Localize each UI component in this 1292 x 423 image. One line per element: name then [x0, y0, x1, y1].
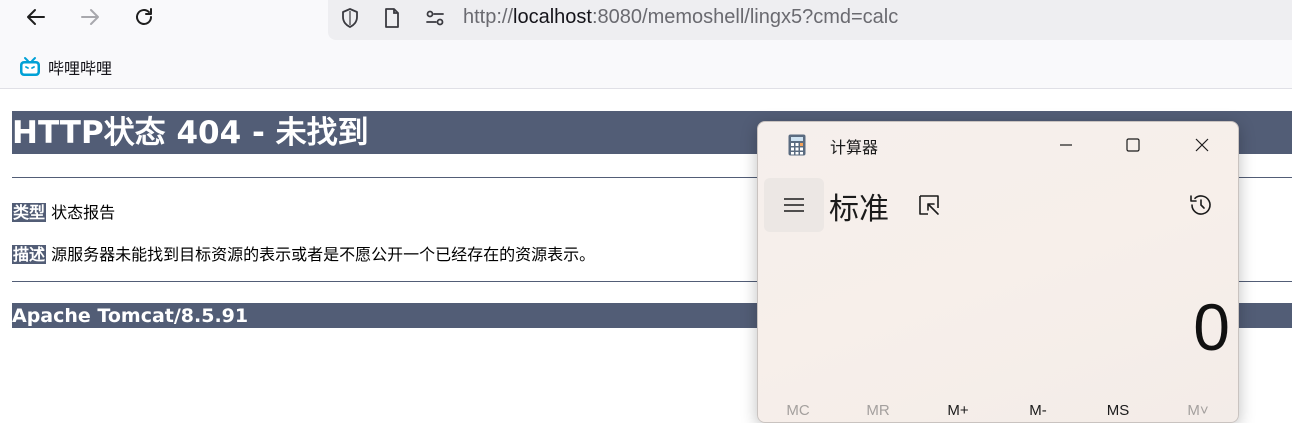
calculator-mode-title: 标准: [829, 192, 889, 227]
description-value: 源服务器未能找到目标资源的表示或者是不愿公开一个已经存在的资源表示。: [51, 245, 596, 264]
url-prefix: http://: [463, 6, 514, 28]
memory-subtract-button[interactable]: M-: [1008, 402, 1068, 422]
memory-buttons-row: MC MR M+ M- MS M˅: [758, 402, 1238, 422]
url-rest: :8080/memoshell/lingx5?cmd=calc: [591, 6, 899, 28]
type-row: 类型 状态报告: [12, 199, 115, 223]
description-row: 描述 源服务器未能找到目标资源的表示或者是不愿公开一个已经存在的资源表示。: [12, 241, 595, 265]
memory-recall-button[interactable]: MR: [848, 402, 908, 422]
type-value: 状态报告: [51, 203, 116, 222]
navigation-menu-button[interactable]: [764, 178, 824, 232]
calculator-icon: [788, 134, 806, 156]
url-host: localhost: [513, 6, 592, 28]
browser-toolbar: http://localhost:8080/memoshell/lingx5?c…: [0, 0, 1292, 40]
reload-button[interactable]: [129, 3, 159, 31]
keep-on-top-icon[interactable]: [916, 192, 944, 220]
forward-arrow-icon: [81, 9, 99, 25]
address-bar[interactable]: http://localhost:8080/memoshell/lingx5?c…: [328, 0, 1292, 40]
permissions-icon[interactable]: [423, 6, 447, 30]
minimize-icon: [1060, 144, 1072, 146]
reload-icon: [136, 8, 152, 25]
close-icon: [1195, 138, 1209, 152]
minimize-button[interactable]: [1034, 122, 1098, 168]
bilibili-icon: [20, 57, 40, 76]
memory-list-button[interactable]: M˅: [1168, 402, 1228, 422]
url-text[interactable]: http://localhost:8080/memoshell/lingx5?c…: [463, 5, 898, 29]
calculator-window[interactable]: 计算器 标准 0 MC MR M+ M- MS M˅: [757, 121, 1239, 423]
calculator-titlebar[interactable]: 计算器: [758, 122, 1238, 168]
shield-icon[interactable]: [338, 6, 362, 30]
type-label: 类型: [12, 203, 47, 222]
memory-clear-button[interactable]: MC: [768, 402, 828, 422]
bookmark-label: 哔哩哔哩: [48, 59, 113, 78]
back-button[interactable]: [21, 3, 51, 31]
description-label: 描述: [12, 245, 47, 264]
page-icon[interactable]: [380, 6, 404, 30]
history-icon[interactable]: [1186, 190, 1216, 220]
forward-button[interactable]: [75, 3, 105, 31]
bookmark-bilibili[interactable]: 哔哩哔哩: [18, 55, 112, 79]
calculator-title: 计算器: [830, 138, 879, 157]
bookmarks-bar: 哔哩哔哩: [0, 40, 1292, 89]
calculator-display: 0: [1193, 290, 1230, 364]
maximize-icon: [1126, 138, 1140, 152]
memory-store-button[interactable]: MS: [1088, 402, 1148, 422]
back-arrow-icon: [27, 9, 45, 25]
memory-add-button[interactable]: M+: [928, 402, 988, 422]
maximize-button[interactable]: [1101, 122, 1165, 168]
close-button[interactable]: [1170, 122, 1234, 168]
hamburger-menu-icon: [784, 198, 804, 212]
